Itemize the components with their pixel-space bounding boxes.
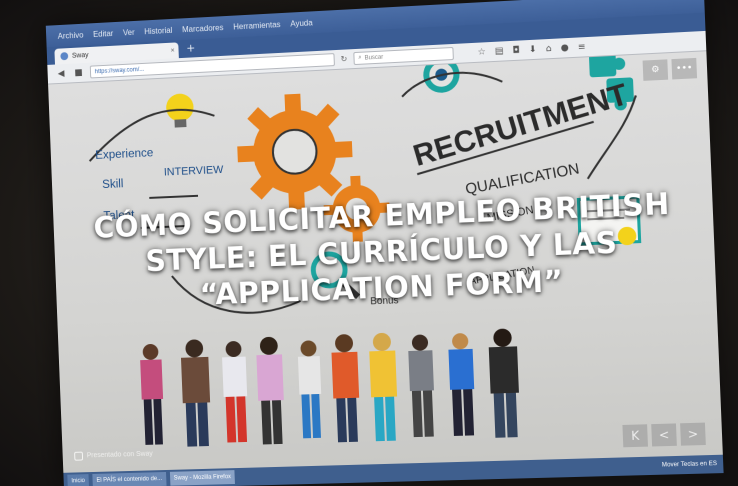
taskbar-item-elpais[interactable]: El PAÍS el contenido de... bbox=[92, 471, 167, 486]
skill-word: Skill bbox=[102, 176, 124, 191]
more-options-icon[interactable]: ••• bbox=[671, 57, 698, 80]
settings-icon[interactable]: ⚙ bbox=[642, 59, 669, 81]
next-slide-button[interactable]: > bbox=[680, 422, 706, 446]
home-icon[interactable]: ⌂ bbox=[545, 43, 551, 53]
sway-top-controls: ⚙ ••• bbox=[642, 57, 698, 81]
sway-favicon-icon bbox=[60, 52, 69, 61]
experience-word: Experience bbox=[95, 145, 154, 162]
brand-text: Presentado con Sway bbox=[86, 450, 153, 460]
search-input[interactable]: ⌕ Buscar bbox=[353, 46, 454, 66]
toolbar-icons: ☆ ▤ ◘ ⬇ ⌂ ● ≡ bbox=[477, 42, 585, 58]
close-tab-icon[interactable]: × bbox=[171, 47, 175, 54]
chat-icon[interactable]: ● bbox=[560, 43, 568, 54]
sway-slide: RECRUITMENT Experience Skill Talent INTE… bbox=[48, 51, 723, 473]
identity-icon[interactable]: ■ bbox=[72, 67, 84, 78]
start-button[interactable]: Inicio bbox=[67, 474, 90, 486]
new-tab-icon[interactable]: + bbox=[186, 41, 196, 54]
search-placeholder: Buscar bbox=[364, 54, 384, 62]
previous-slide-button[interactable]: < bbox=[651, 423, 677, 447]
people-group bbox=[140, 328, 519, 447]
menu-editar[interactable]: Editar bbox=[93, 29, 114, 39]
tab-title: Sway bbox=[71, 51, 89, 60]
menu-herramientas[interactable]: Herramientas bbox=[233, 20, 281, 31]
slide-navigation: K < > bbox=[622, 422, 706, 448]
menu-ayuda[interactable]: Ayuda bbox=[290, 18, 313, 28]
menu-historial[interactable]: Historial bbox=[144, 25, 172, 35]
reload-icon[interactable]: ↻ bbox=[340, 54, 347, 63]
large-gear-icon bbox=[237, 93, 354, 210]
system-tray: Mover Teclas en ES bbox=[661, 460, 718, 469]
menu-archivo[interactable]: Archivo bbox=[58, 30, 84, 40]
url-text: https://sway.com/... bbox=[94, 66, 145, 75]
menu-icon[interactable]: ≡ bbox=[578, 42, 586, 53]
taskbar-item-firefox[interactable]: Sway - Mozilla Firefox bbox=[169, 470, 236, 486]
first-slide-button[interactable]: K bbox=[622, 424, 648, 448]
bookmark-star-icon[interactable]: ☆ bbox=[477, 47, 486, 57]
search-icon: ⌕ bbox=[358, 54, 362, 61]
menu-marcadores[interactable]: Marcadores bbox=[182, 23, 224, 34]
download-icon[interactable]: ⬇ bbox=[529, 44, 537, 54]
reading-list-icon[interactable]: ▤ bbox=[495, 46, 504, 56]
sway-logo-icon bbox=[74, 451, 84, 461]
pocket-icon[interactable]: ◘ bbox=[512, 45, 520, 55]
back-icon[interactable]: ◀ bbox=[55, 68, 67, 78]
projected-screen: Archivo Editar Ver Historial Marcadores … bbox=[45, 0, 724, 486]
menu-ver[interactable]: Ver bbox=[123, 27, 135, 36]
interview-word: INTERVIEW bbox=[164, 164, 225, 179]
